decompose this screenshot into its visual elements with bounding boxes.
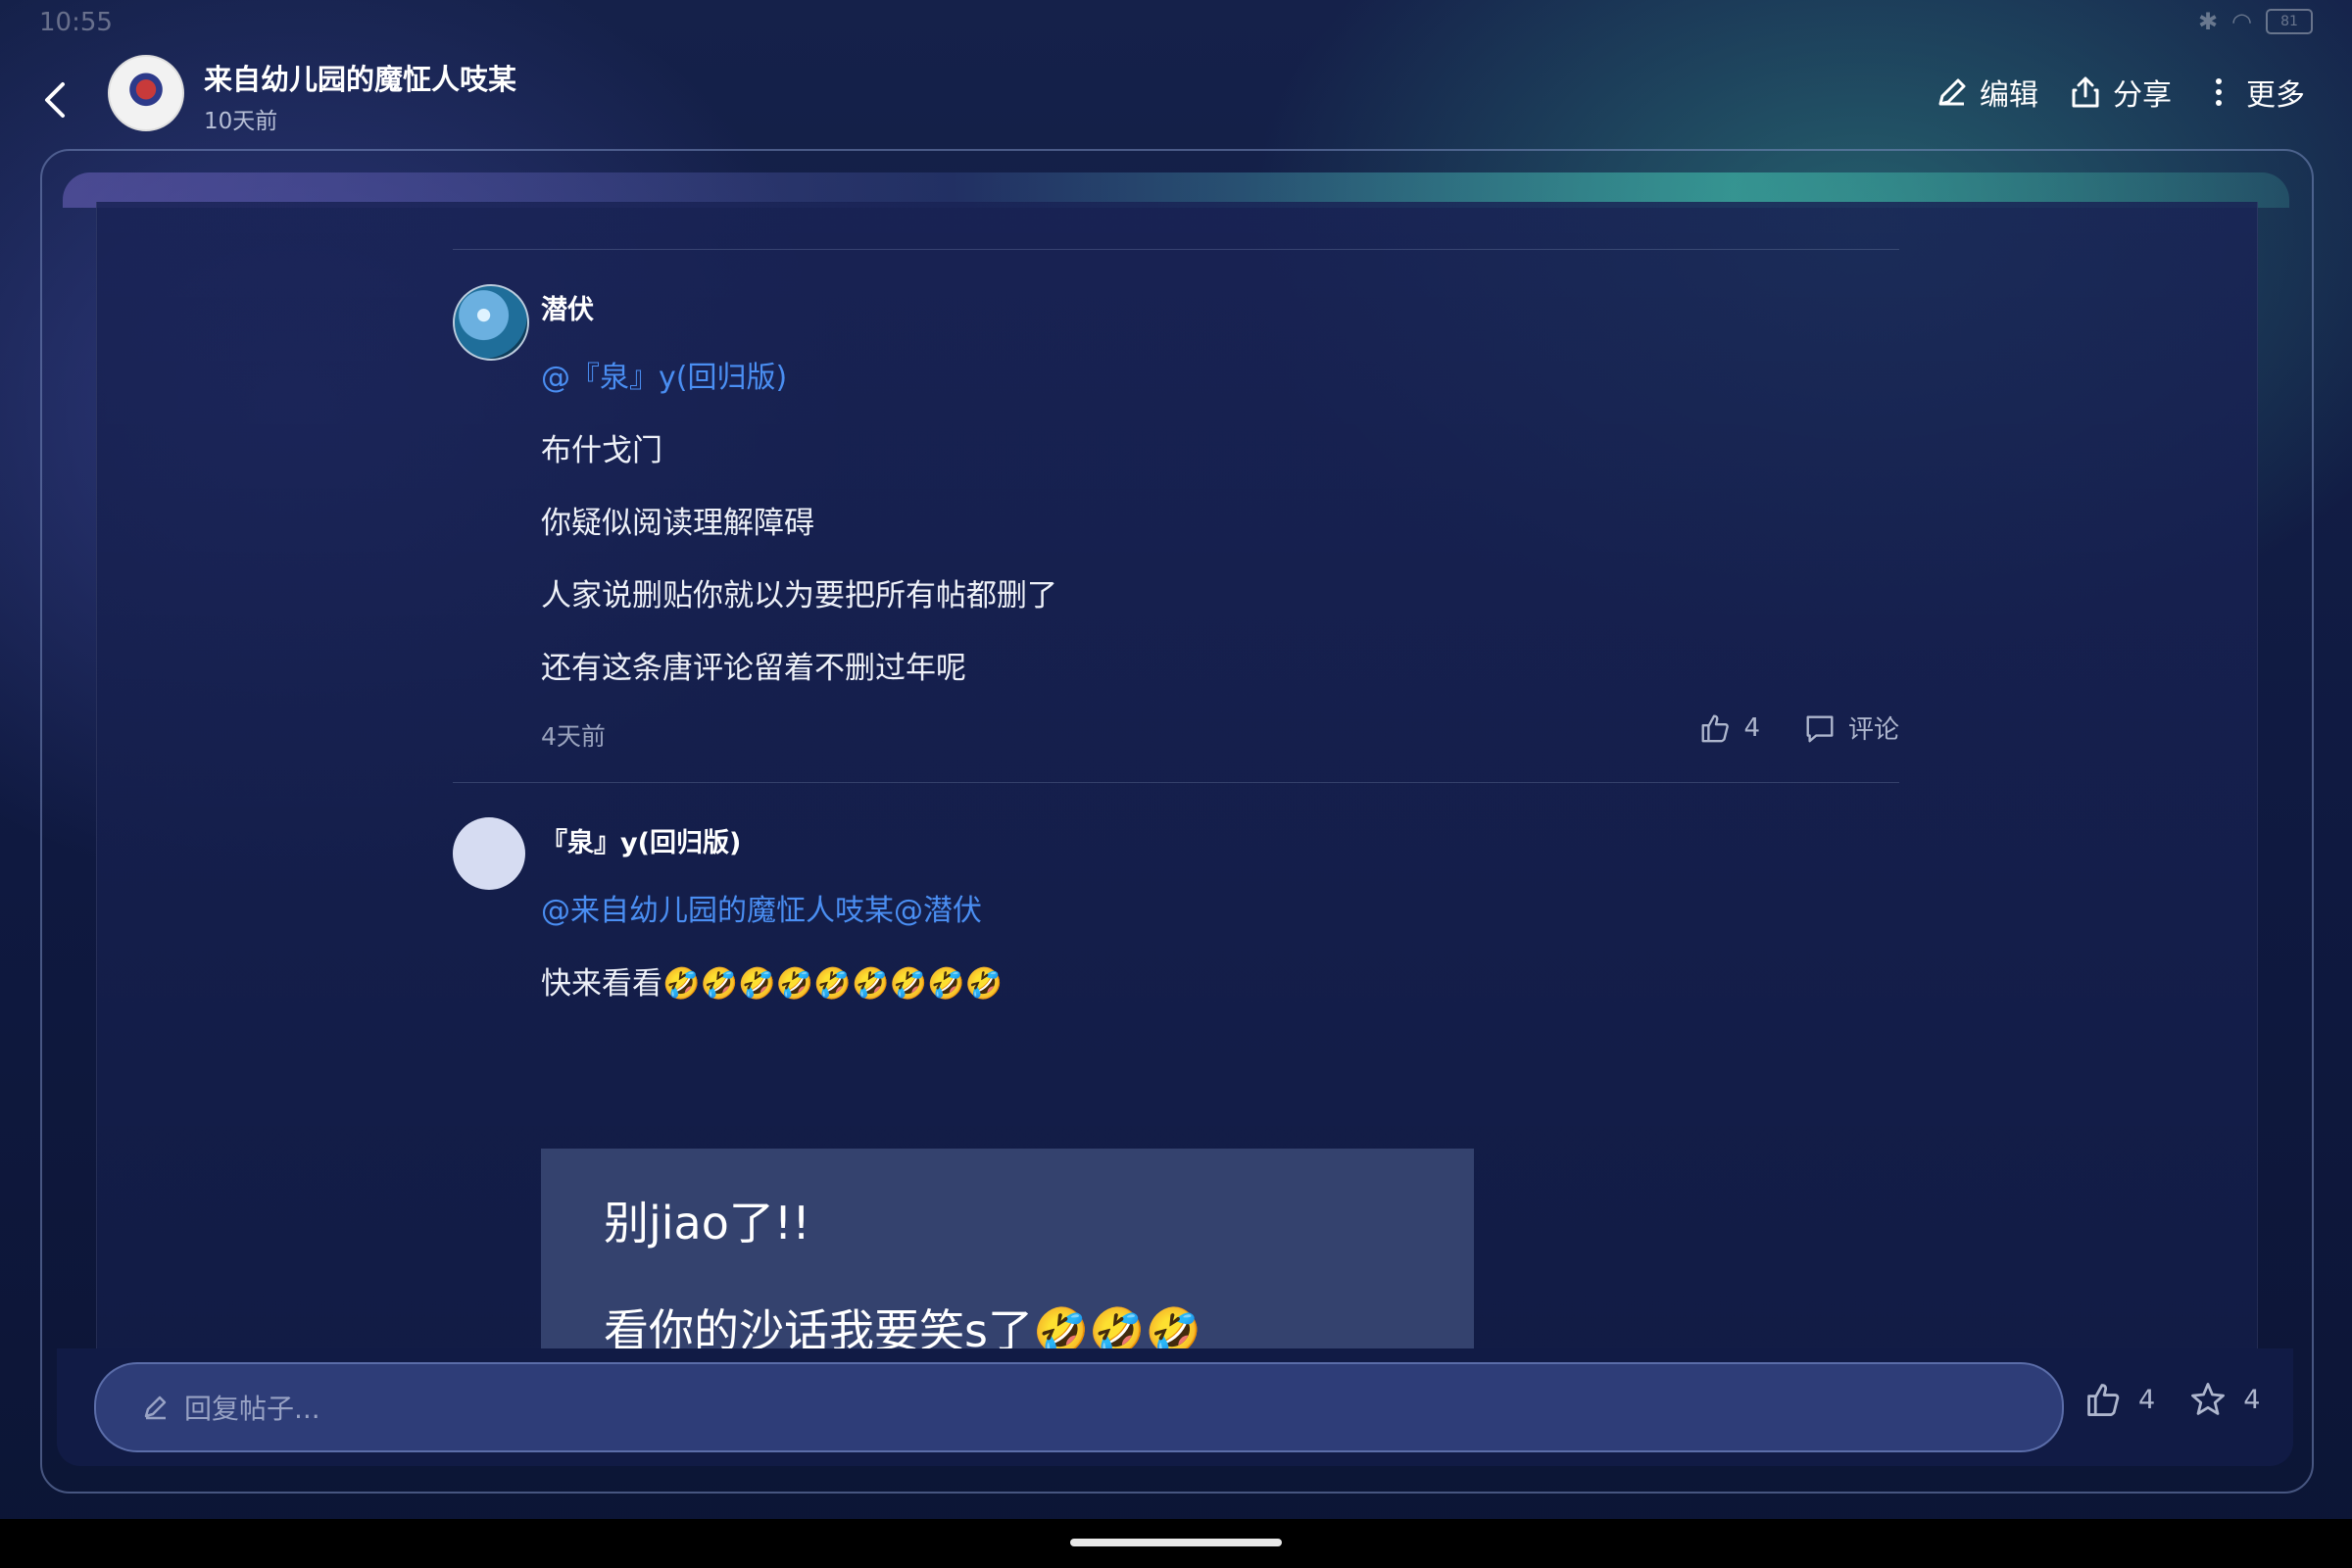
post-header: 来自幼儿园的魔怔人吱某 10天前 编辑 分享 更多 xyxy=(0,51,2352,149)
star-icon xyxy=(2191,1383,2226,1415)
pencil-icon xyxy=(1938,78,1966,106)
status-bar: 10:55 ✱ ◠ 81 xyxy=(0,0,2352,49)
commenter-avatar[interactable] xyxy=(453,284,529,361)
image-text-line: 看你的沙话我要笑s了🤣🤣🤣 xyxy=(604,1304,1201,1348)
post-like-count: 4 xyxy=(2138,1384,2156,1415)
comment-reply-label: 评论 xyxy=(1847,715,1899,745)
commenter-avatar[interactable] xyxy=(453,817,525,890)
more-label: 更多 xyxy=(2246,78,2305,113)
post-like-button[interactable]: 4 xyxy=(2083,1380,2155,1419)
comment-bubble-icon xyxy=(1806,714,1834,742)
comment-actions: 4 评论 xyxy=(1698,710,1899,746)
divider xyxy=(453,782,1899,783)
edit-button[interactable]: 编辑 xyxy=(1935,71,2038,114)
status-icons: ✱ ◠ 81 xyxy=(2198,8,2313,35)
comment-text-line: 还有这条唐评论留着不删过年呢 xyxy=(541,651,966,686)
mention-link[interactable]: @来自幼儿园的魔怔人吱某@潜伏 xyxy=(541,886,982,929)
share-icon xyxy=(2072,76,2099,108)
more-button[interactable]: 更多 xyxy=(2201,71,2305,114)
divider xyxy=(453,249,1899,250)
more-vertical-icon xyxy=(2216,78,2222,106)
home-indicator[interactable] xyxy=(1070,1539,1282,1546)
mention-link[interactable]: @『泉』y(回归版) xyxy=(541,353,787,396)
author-name[interactable]: 来自幼儿园的魔怔人吱某 xyxy=(204,57,516,98)
battery-icon: 81 xyxy=(2266,9,2313,34)
pencil-icon xyxy=(144,1396,167,1420)
post-favorite-button[interactable]: 4 xyxy=(2188,1380,2260,1419)
author-avatar[interactable] xyxy=(108,55,184,131)
post-time: 10天前 xyxy=(204,109,278,134)
bluetooth-icon: ✱ xyxy=(2197,8,2219,35)
share-label: 分享 xyxy=(2113,78,2172,113)
post-favorite-count: 4 xyxy=(2243,1384,2261,1415)
wifi-icon: ◠ xyxy=(2231,8,2252,35)
image-text-line: 别jiao了!! xyxy=(604,1197,810,1250)
thumbs-up-icon xyxy=(2087,1384,2120,1416)
comment-image[interactable]: 别jiao了!! 看你的沙话我要笑s了🤣🤣🤣 xyxy=(541,1149,1474,1348)
commenter-name[interactable]: 潜伏 xyxy=(541,288,594,326)
commenter-name[interactable]: 『泉』y(回归版) xyxy=(541,821,741,859)
thumbs-up-icon xyxy=(1701,714,1730,742)
comment-reply-button[interactable]: 评论 xyxy=(1803,710,1899,746)
reply-placeholder: 回复帖子... xyxy=(184,1393,320,1425)
comment-text-line: 快来看看🤣🤣🤣🤣🤣🤣🤣🤣🤣 xyxy=(541,966,1004,1002)
chevron-left-icon xyxy=(45,82,65,118)
edit-label: 编辑 xyxy=(1980,78,2038,113)
comment-time: 4天前 xyxy=(541,722,606,751)
share-button[interactable]: 分享 xyxy=(2068,71,2172,114)
post-actions: 4 4 xyxy=(2083,1380,2260,1419)
comment-text-line: 你疑似阅读理解障碍 xyxy=(541,506,814,541)
comment-text-line: 布什戈门 xyxy=(541,433,662,468)
battery-level: 81 xyxy=(2280,14,2298,29)
status-time: 10:55 xyxy=(39,8,113,37)
header-actions: 编辑 分享 更多 xyxy=(1935,71,2305,114)
back-button[interactable] xyxy=(35,76,74,123)
comment-text-line: 人家说删贴你就以为要把所有帖都删了 xyxy=(541,578,1057,613)
reply-input[interactable]: 回复帖子... xyxy=(94,1362,2064,1452)
comment-like-count: 4 xyxy=(1743,712,1760,743)
comment-like-button[interactable]: 4 xyxy=(1698,711,1760,745)
